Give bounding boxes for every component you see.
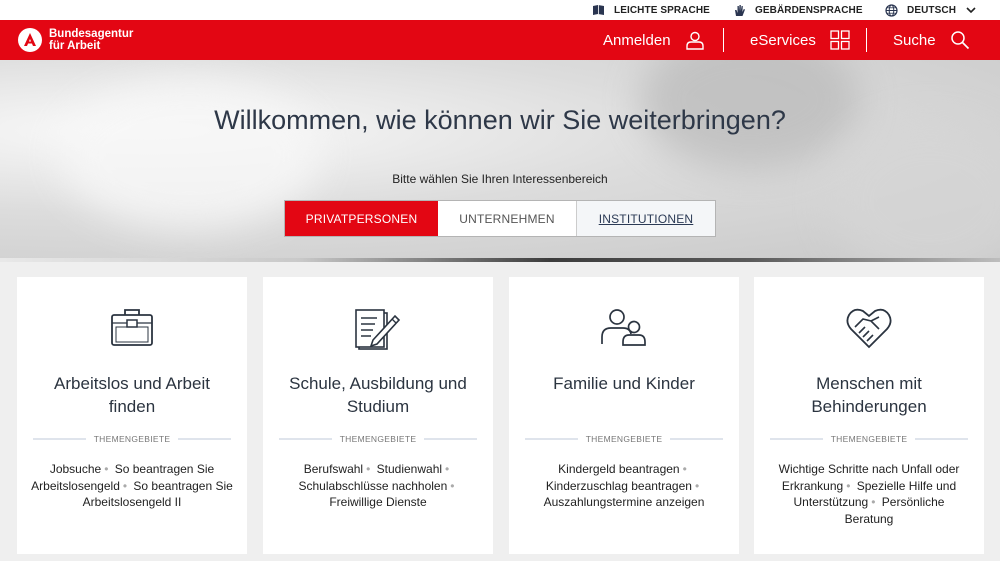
card-title-line-1: Schule, Ausbildung und [289, 374, 467, 393]
themengebiete-label: THEMENGEBIETE [830, 434, 908, 444]
main-header: Bundesagentur für Arbeit Anmelden eServi… [0, 20, 1000, 60]
logo-line-2: für Arbeit [49, 40, 101, 52]
briefcase-icon [111, 309, 153, 346]
logo-line-1: Bundesagentur [49, 28, 134, 40]
link-jobsuche[interactable]: Jobsuche [50, 462, 101, 476]
topic-links: Wichtige Schritte nach Unfall oder Erkra… [778, 462, 960, 526]
themengebiete-divider: THEMENGEBIETE [525, 434, 724, 444]
link-freiwillige-dienste[interactable]: Freiwillige Dienste [329, 495, 426, 509]
themengebiete-label: THEMENGEBIETE [339, 434, 417, 444]
tab-institutionen[interactable]: INSTITUTIONEN [577, 201, 715, 236]
anmelden-label: Anmelden [603, 31, 671, 49]
leichte-sprache-link[interactable]: LEICHTE SPRACHE [592, 3, 710, 17]
gebaerdensprache-link[interactable]: GEBÄRDENSPRACHE [733, 3, 863, 17]
eservices-label: eServices [750, 31, 816, 49]
anmelden-button[interactable]: Anmelden [603, 20, 705, 60]
link-schulabschluesse[interactable]: Schulabschlüsse nachholen [299, 479, 448, 493]
gebaerdensprache-label: GEBÄRDENSPRACHE [755, 4, 863, 16]
language-selector[interactable]: DEUTSCH [885, 3, 976, 17]
language-label: DEUTSCH [907, 4, 957, 16]
card-title: Menschen mit Behinderungen [764, 372, 974, 418]
themengebiete-label: THEMENGEBIETE [93, 434, 171, 444]
tab-privatpersonen[interactable]: PRIVATPERSONEN [285, 201, 438, 236]
topic-links: Berufswahl • Studienwahl • Schulabschlüsse… [298, 462, 455, 509]
search-icon [950, 31, 969, 50]
hero-title: Willkommen, wie können wir Sie weiterbri… [214, 105, 786, 135]
link-studienwahl[interactable]: Studienwahl [377, 462, 442, 476]
grid-icon [830, 30, 850, 50]
chevron-down-icon [966, 6, 976, 13]
topic-card-behinderungen[interactable]: Menschen mit Behinderungen THEMENGEBIETE… [754, 277, 984, 554]
topic-card-schule[interactable]: Schule, Ausbildung und Studium THEMENGEB… [263, 277, 493, 554]
card-title-line-1: Arbeitslos und Arbeit [54, 374, 210, 393]
hero-section: Willkommen, wie können wir Sie weiterbri… [0, 60, 1000, 262]
sign-language-hand-icon [735, 4, 745, 16]
card-title: Familie und Kinder [519, 372, 729, 395]
eservices-button[interactable]: eServices [750, 20, 850, 60]
leichte-sprache-label: LEICHTE SPRACHE [614, 4, 710, 16]
topic-links: Jobsuche • So beantragen Sie Arbeitslosen… [31, 462, 233, 509]
heart-handshake-icon [846, 308, 892, 349]
themengebiete-divider: THEMENGEBIETE [33, 434, 232, 444]
audience-tabs: PRIVATPERSONEN UNTERNEHMEN INSTITUTIONEN [284, 200, 716, 237]
card-title-line-1: Familie und Kinder [553, 374, 695, 393]
themengebiete-divider: THEMENGEBIETE [279, 434, 478, 444]
topic-links: Kindergeld beantragen • Kinderzuschlag be… [543, 462, 705, 509]
card-title-line-2: Studium [346, 397, 410, 416]
card-title-line-1: Menschen mit [816, 374, 922, 393]
card-title: Arbeitslos und Arbeit finden [27, 372, 237, 418]
card-title-line-2: Behinderungen [811, 397, 927, 416]
ba-logo[interactable]: Bundesagentur für Arbeit [17, 27, 133, 53]
link-kindergeld[interactable]: Kindergeld beantragen [558, 462, 679, 476]
hero-background-blur [830, 120, 1000, 262]
hero-background-blur [60, 80, 320, 230]
card-title-line-2: finden [108, 397, 156, 416]
card-title: Schule, Ausbildung und Studium [273, 372, 483, 418]
link-kinderzuschlag[interactable]: Kinderzuschlag beantragen [546, 479, 692, 493]
globe-icon [885, 3, 898, 17]
nav-divider [866, 28, 867, 52]
nav-divider [723, 28, 724, 52]
ba-logo-icon [18, 28, 42, 52]
link-berufswahl[interactable]: Berufswahl [304, 462, 363, 476]
hero-bottom-strip [0, 258, 1000, 262]
family-icon [601, 309, 646, 346]
document-pen-icon [355, 309, 401, 350]
suche-button[interactable]: Suche [893, 20, 970, 60]
themengebiete-label: THEMENGEBIETE [585, 434, 663, 444]
suche-label: Suche [893, 31, 936, 49]
themengebiete-divider: THEMENGEBIETE [770, 434, 969, 444]
tab-unternehmen[interactable]: UNTERNEHMEN [438, 201, 577, 236]
topic-card-familie[interactable]: Familie und Kinder THEMENGEBIETE Kinderg… [509, 277, 739, 554]
topic-card-arbeit[interactable]: Arbeitslos und Arbeit finden THEMENGEBIE… [17, 277, 247, 554]
logo-wordmark: Bundesagentur für Arbeit [49, 28, 133, 52]
hero-subtitle: Bitte wählen Sie Ihren Interessenbereich [392, 172, 608, 186]
easy-language-icon [593, 5, 604, 15]
utility-bar: LEICHTE SPRACHE GEBÄRDENSPRACHE DEUTSCH [0, 0, 1000, 20]
link-auszahlungstermine[interactable]: Auszahlungstermine anzeigen [544, 495, 705, 509]
user-icon [685, 31, 704, 50]
